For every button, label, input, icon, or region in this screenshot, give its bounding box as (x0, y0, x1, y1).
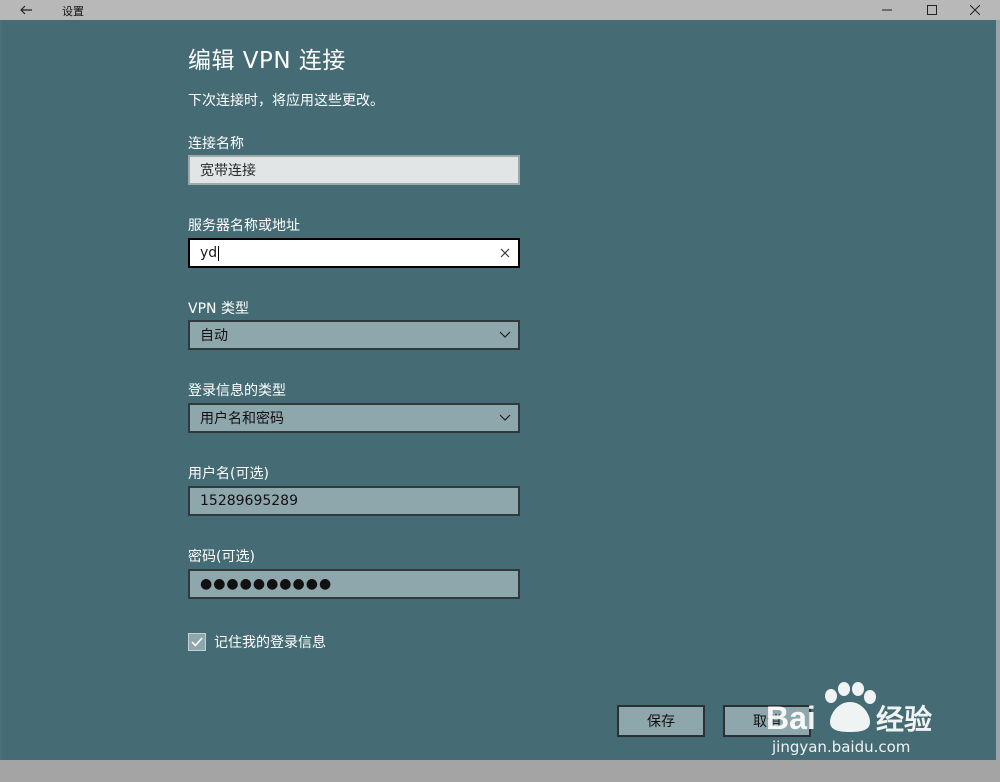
username-value: 15289695289 (200, 493, 298, 509)
text-cursor (218, 245, 220, 261)
vpn-type-label: VPN 类型 (188, 301, 249, 317)
signin-type-dropdown[interactable]: 用户名和密码 (188, 403, 520, 433)
window-edge (996, 20, 1000, 760)
minimize-button[interactable] (864, 0, 910, 20)
svg-text:Bai: Bai (766, 700, 816, 736)
server-address-input[interactable]: yd (188, 238, 520, 268)
connection-name-value: 宽带连接 (200, 163, 256, 179)
server-address-label: 服务器名称或地址 (188, 218, 300, 234)
remember-signin-checkbox-row[interactable]: 记住我的登录信息 (188, 632, 326, 652)
password-label: 密码(可选) (188, 549, 255, 565)
username-input[interactable]: 15289695289 (188, 486, 520, 516)
back-button[interactable] (16, 1, 36, 19)
remember-signin-checkbox[interactable] (188, 633, 206, 651)
taskbar-strip (0, 760, 1000, 782)
svg-text:jingyan.baidu.com: jingyan.baidu.com (771, 738, 910, 756)
signin-type-selected: 用户名和密码 (200, 411, 284, 427)
checkmark-icon (191, 637, 203, 647)
back-arrow-icon (20, 5, 32, 15)
signin-type-label: 登录信息的类型 (188, 383, 286, 399)
page-subtitle: 下次连接时，将应用这些更改。 (188, 93, 384, 109)
baidu-jingyan-watermark: Bai 经验 jingyan.baidu.com (752, 676, 972, 760)
vpn-type-selected: 自动 (200, 328, 228, 344)
maximize-icon (927, 5, 937, 15)
window-title: 设置 (62, 5, 84, 18)
vpn-type-dropdown[interactable]: 自动 (188, 320, 520, 350)
save-button[interactable]: 保存 (617, 705, 705, 737)
chevron-down-icon (492, 405, 518, 431)
clear-x-icon (500, 248, 510, 258)
username-label: 用户名(可选) (188, 466, 269, 482)
maximize-button[interactable] (909, 0, 955, 20)
connection-name-label: 连接名称 (188, 136, 244, 152)
remember-signin-label: 记住我的登录信息 (214, 635, 326, 651)
svg-text:经验: 经验 (876, 703, 932, 736)
chevron-down-icon (492, 322, 518, 348)
settings-window-body (2, 20, 996, 760)
server-address-value: yd (200, 245, 492, 261)
title-bar: 设置 (0, 0, 1000, 20)
minimize-icon (882, 9, 892, 11)
password-input[interactable]: ●●●●●●●●●● (188, 569, 520, 599)
password-masked-value: ●●●●●●●●●● (200, 576, 333, 592)
clear-input-button[interactable] (492, 240, 518, 266)
close-button[interactable] (952, 0, 998, 20)
server-address-text: yd (200, 245, 218, 261)
connection-name-field: 宽带连接 (188, 155, 520, 185)
page-title: 编辑 VPN 连接 (188, 48, 346, 74)
close-icon (970, 5, 980, 15)
